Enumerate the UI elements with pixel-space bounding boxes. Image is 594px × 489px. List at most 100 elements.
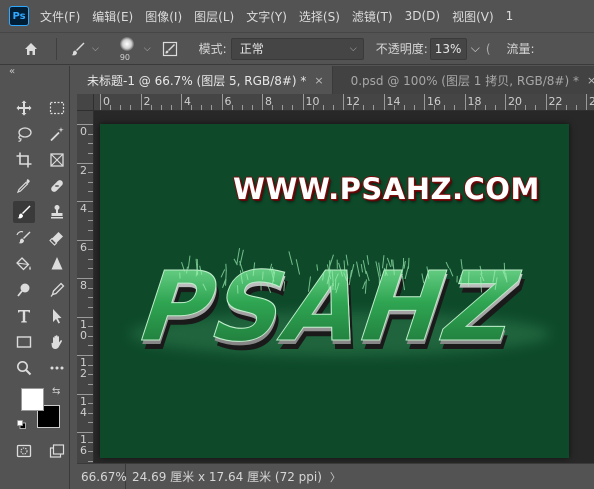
rectangle-tool-icon[interactable] <box>13 331 35 353</box>
ruler-label: 1 6 <box>80 433 87 457</box>
chevron-down-icon[interactable]: ⌵ <box>92 44 99 54</box>
brush-tool-icon[interactable] <box>13 201 35 223</box>
ruler-tick <box>332 105 334 110</box>
menu-3d[interactable]: 3D(D) <box>405 9 440 23</box>
paint-bucket-tool-icon[interactable] <box>13 253 35 275</box>
grass-blade <box>467 271 470 287</box>
magic-wand-tool-icon[interactable] <box>46 123 68 145</box>
eyedropper-tool-icon[interactable] <box>13 175 35 197</box>
opacity-input[interactable]: 13% <box>429 37 467 60</box>
ruler-tick <box>413 105 415 110</box>
ruler-tick <box>373 105 375 110</box>
ruler-label: 8 <box>265 95 272 108</box>
menu-type[interactable]: 文字(Y) <box>246 8 287 25</box>
tools-panel: « ⇆ <box>0 66 70 489</box>
crop-tool-icon[interactable] <box>13 149 35 171</box>
ruler-tick <box>88 441 93 443</box>
ruler-tick <box>464 94 466 110</box>
brush-settings-icon[interactable] <box>159 38 181 60</box>
quick-mask-icon[interactable] <box>13 440 35 462</box>
canvas-workspace[interactable]: WWW.PSAHZ.COM PSAHZ PSAHZ PSAHZ <box>94 111 594 463</box>
ruler-tick <box>170 105 172 110</box>
grass-blade <box>334 279 337 291</box>
ruler-tick <box>241 105 243 110</box>
ruler-tick <box>545 94 547 110</box>
document-canvas[interactable]: WWW.PSAHZ.COM PSAHZ PSAHZ PSAHZ <box>100 124 569 458</box>
type-tool-icon[interactable] <box>13 305 35 327</box>
clone-stamp-tool-icon[interactable] <box>46 201 68 223</box>
menu-layer[interactable]: 图层(L) <box>194 8 234 25</box>
ruler-origin[interactable] <box>77 94 94 111</box>
collapse-panel-icon[interactable]: « <box>9 66 15 77</box>
ruler-tick <box>88 220 93 222</box>
ruler-tick <box>484 105 486 110</box>
photoshop-logo[interactable]: Ps <box>9 6 29 26</box>
eraser-tool-icon[interactable] <box>46 227 68 249</box>
ruler-label: 8 <box>80 279 87 292</box>
path-selection-tool-icon[interactable] <box>46 305 68 327</box>
menu-image[interactable]: 图像(I) <box>145 8 182 25</box>
ruler-tick <box>88 326 93 328</box>
screen-mode-icon[interactable] <box>46 440 68 462</box>
status-menu-arrow-icon[interactable]: 〉 <box>330 469 341 485</box>
tab-document-1[interactable]: 未标题-1 @ 66.7% (图层 5, RGB/8#) * × <box>77 66 333 94</box>
ruler-tick <box>140 94 142 110</box>
ruler-tick <box>88 297 93 299</box>
ruler-tick <box>150 105 152 110</box>
opacity-slider-chevron[interactable]: ⌵ <box>471 41 480 56</box>
menu-filter[interactable]: 滤镜(T) <box>352 8 393 25</box>
ruler-tick <box>292 105 294 110</box>
ruler-tick <box>88 383 93 385</box>
foreground-color-swatch[interactable] <box>21 388 44 411</box>
ruler-tick <box>575 105 577 110</box>
tab-document-2[interactable]: 0.psd @ 100% (图层 1 拷贝, RGB/8#) * × <box>333 66 594 94</box>
ruler-tick <box>403 105 405 110</box>
ruler-tick <box>474 105 476 110</box>
brush-icon[interactable] <box>67 38 89 60</box>
ruler-tick <box>120 105 122 110</box>
menu-view[interactable]: 视图(V) <box>452 8 494 25</box>
menu-edit[interactable]: 编辑(E) <box>92 8 133 25</box>
vertical-ruler[interactable]: 0 2 4 6 8 1 0 1 2 1 4 1 6 <box>77 111 94 463</box>
ruler-tick <box>88 403 93 405</box>
ruler-tick <box>353 105 355 110</box>
ruler-label: 4 <box>184 95 191 108</box>
horizontal-ruler[interactable]: 024681012141618202224 <box>77 94 594 111</box>
ruler-label: 1 2 <box>80 356 87 380</box>
ruler-tick <box>88 181 93 183</box>
ruler-label: 2 <box>80 163 87 177</box>
zoom-level-field[interactable]: 66.67% <box>77 464 127 489</box>
healing-brush-tool-icon[interactable] <box>46 175 68 197</box>
marquee-tool-icon[interactable] <box>46 97 68 119</box>
mode-label: 模式: <box>198 42 227 56</box>
dodge-tool-icon[interactable] <box>13 279 35 301</box>
pen-tool-icon[interactable] <box>46 279 68 301</box>
pressure-opacity-icon[interactable]: ( <box>486 42 491 56</box>
home-icon[interactable] <box>20 38 42 60</box>
ruler-tick <box>343 94 344 110</box>
history-brush-tool-icon[interactable] <box>13 227 35 249</box>
menu-select[interactable]: 选择(S) <box>299 8 340 25</box>
lasso-tool-icon[interactable] <box>13 123 35 145</box>
options-bar: ⌵ 90 ⌵ 模式: 正常 ⌵ 不透明度: 13% ⌵ ( 流量: <box>0 32 594 65</box>
swap-colors-icon[interactable]: ⇆ <box>52 386 60 397</box>
ruler-label: 4 <box>80 202 87 215</box>
move-tool-icon[interactable] <box>13 97 35 119</box>
ruler-tick <box>231 105 233 110</box>
menu-overflow[interactable]: 1 <box>506 9 514 23</box>
chevron-down-icon[interactable]: ⌵ <box>144 44 151 54</box>
blur-tool-icon[interactable] <box>46 253 68 275</box>
frame-tool-icon[interactable] <box>46 149 68 171</box>
close-icon[interactable]: × <box>314 74 323 87</box>
brush-tip-preview <box>119 36 134 51</box>
menu-file[interactable]: 文件(F) <box>40 8 80 25</box>
default-colors-icon[interactable] <box>17 418 26 429</box>
blend-mode-select[interactable]: 正常 ⌵ <box>230 37 364 60</box>
hand-tool-icon[interactable] <box>46 331 68 353</box>
ruler-tick <box>251 105 253 110</box>
close-icon[interactable]: × <box>587 74 594 87</box>
zoom-tool-icon[interactable] <box>13 357 35 379</box>
more-tools-icon[interactable] <box>46 357 68 379</box>
ruler-tick <box>272 105 274 110</box>
brush-preset-picker[interactable]: 90 <box>115 35 141 63</box>
